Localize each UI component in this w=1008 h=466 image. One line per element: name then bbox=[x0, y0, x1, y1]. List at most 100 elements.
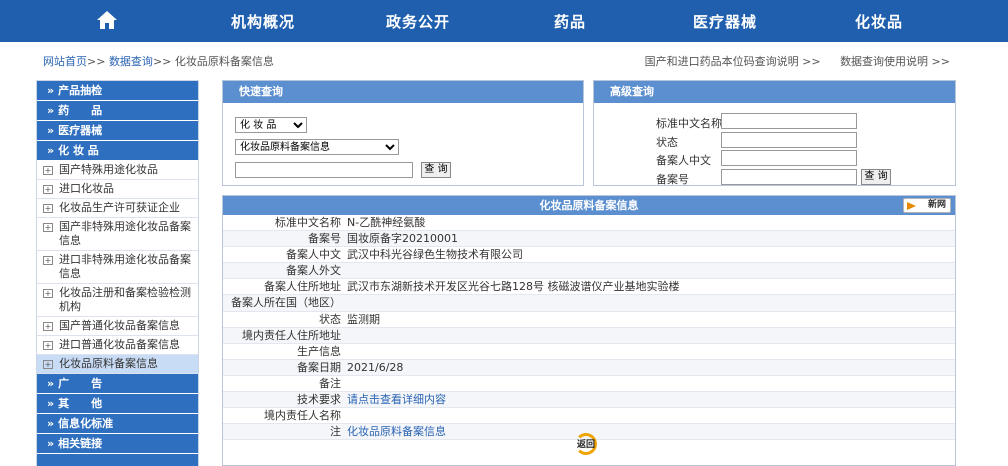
table-row: 标准中文名称 N-乙酰神经氨酸 bbox=[223, 215, 955, 232]
back-button[interactable]: 返回 bbox=[567, 433, 605, 455]
sidebar-item[interactable]: + 国产普通化妆品备案信息 bbox=[37, 317, 198, 336]
drug-code-help-link[interactable]: 国产和进口药品本位码查询说明 >> bbox=[645, 55, 821, 68]
sidebar-head-sampling[interactable]: » 产品抽检 bbox=[37, 81, 198, 101]
sidebar-head-drugs[interactable]: » 药 品 bbox=[37, 101, 198, 121]
field-label: 备案人外文 bbox=[286, 264, 341, 278]
table-row: 生产信息 bbox=[223, 344, 955, 360]
field-label: 备案人所在国（地区） bbox=[231, 296, 341, 310]
detail-panel: 化妆品原料备案信息 新网 标准中文名称 N-乙酰神经氨酸 备案号 国妆原备字20210… bbox=[222, 195, 956, 466]
field-label: 备案人中文 bbox=[286, 248, 341, 262]
sidebar-item[interactable]: + 进口普通化妆品备案信息 bbox=[37, 336, 198, 355]
nav-item-government[interactable]: 政务公开 bbox=[386, 11, 450, 32]
plus-box-icon: + bbox=[43, 289, 53, 298]
field-label: 标准中文名称 bbox=[275, 216, 341, 229]
sidebar-head-devices[interactable]: » 医疗器械 bbox=[37, 121, 198, 141]
nav-item-about[interactable]: 机构概况 bbox=[231, 11, 295, 32]
sidebar-item[interactable]: + 国产特殊用途化妆品 bbox=[37, 161, 198, 180]
nav-item-drugs[interactable]: 药品 bbox=[554, 11, 586, 32]
plus-box-icon: + bbox=[43, 204, 53, 213]
filer-input[interactable] bbox=[721, 150, 857, 166]
field-value bbox=[347, 328, 955, 343]
dataset-select[interactable]: 化妆品原料备案信息 bbox=[235, 139, 399, 155]
field-label: 注 bbox=[330, 425, 341, 439]
sidebar-head-ads[interactable]: » 广 告 bbox=[37, 374, 198, 394]
query-help-link[interactable]: 数据查询使用说明 >> bbox=[840, 55, 950, 68]
chevron-right-icon: » bbox=[47, 144, 55, 157]
sidebar-item[interactable]: + 化妆品注册和备案检验检测机构 bbox=[37, 284, 198, 317]
breadcrumb: 网站首页>> 数据查询>> 化妆品原料备案信息 bbox=[43, 53, 274, 69]
chevron-right-icon: » bbox=[47, 397, 55, 410]
field-value bbox=[347, 295, 955, 310]
quick-search-button[interactable]: 查 询 bbox=[421, 162, 451, 178]
field-link[interactable]: 化妆品原料备案信息 bbox=[347, 424, 955, 439]
arrow-right-icon bbox=[907, 202, 916, 210]
name-input[interactable] bbox=[721, 113, 857, 129]
advanced-search-button[interactable]: 查 询 bbox=[861, 169, 891, 185]
chevron-right-icon: » bbox=[47, 124, 55, 137]
field-value: 2021/6/28 bbox=[347, 360, 404, 374]
record-no-label: 备案号 bbox=[656, 173, 689, 186]
plus-box-icon: + bbox=[43, 223, 53, 232]
table-row: 备案号 国妆原备字20210001 bbox=[223, 231, 955, 248]
sidebar-item[interactable]: + 进口非特殊用途化妆品备案信息 bbox=[37, 251, 198, 284]
chevron-right-icon: » bbox=[47, 84, 55, 97]
field-link[interactable]: 请点击查看详细内容 bbox=[347, 392, 955, 407]
nav-item-cosmetics[interactable]: 化妆品 bbox=[855, 11, 903, 32]
filer-label: 备案人中文 bbox=[656, 154, 711, 167]
field-value: 监测期 bbox=[347, 312, 380, 326]
field-label: 境内责任人名称 bbox=[264, 409, 341, 423]
quick-search-title: 快速查询 bbox=[223, 81, 583, 103]
chevron-right-icon: » bbox=[47, 437, 55, 450]
quick-search-panel: 快速查询 化 妆 品 化妆品原料备案信息 查 询 bbox=[222, 80, 584, 186]
table-row: 状态 监测期 bbox=[223, 312, 955, 328]
category-select[interactable]: 化 妆 品 bbox=[235, 117, 307, 133]
nav-item-devices[interactable]: 医疗器械 bbox=[693, 11, 757, 32]
table-row: 备案人所在国（地区） bbox=[223, 295, 955, 312]
field-value: 武汉市东湖新技术开发区光谷七路128号 核磁波谱仪产业基地实验楼 bbox=[347, 280, 680, 294]
field-value: 国妆原备字20210001 bbox=[347, 232, 458, 246]
sidebar-footer bbox=[37, 454, 198, 466]
sidebar-head-links[interactable]: » 相关链接 bbox=[37, 434, 198, 454]
sidebar-head-other[interactable]: » 其 他 bbox=[37, 394, 198, 414]
breadcrumb-current: 化妆品原料备案信息 bbox=[174, 55, 274, 68]
chevron-right-icon: » bbox=[47, 104, 55, 117]
record-no-input[interactable] bbox=[721, 169, 857, 185]
field-value: N-乙酰神经氨酸 bbox=[347, 216, 426, 229]
table-row: 技术要求 请点击查看详细内容 bbox=[223, 392, 955, 409]
quick-search-input[interactable] bbox=[235, 162, 413, 178]
sidebar-head-standards[interactable]: » 信息化标准 bbox=[37, 414, 198, 434]
status-input[interactable] bbox=[721, 132, 857, 148]
advanced-search-panel: 高级查询 标准中文名称 状态 备案人中文 备案号 查 询 bbox=[593, 80, 956, 186]
home-icon[interactable] bbox=[96, 9, 118, 31]
breadcrumb-home[interactable]: 网站首页 bbox=[43, 55, 87, 68]
table-row: 备案人住所地址 武汉市东湖新技术开发区光谷七路128号 核磁波谱仪产业基地实验楼 bbox=[223, 279, 955, 296]
sidebar-item[interactable]: + 进口化妆品 bbox=[37, 180, 198, 199]
field-label: 备案日期 bbox=[297, 360, 341, 374]
sidebar-item-active[interactable]: + 化妆品原料备案信息 bbox=[37, 355, 198, 374]
plus-box-icon: + bbox=[43, 341, 53, 350]
field-label: 备案号 bbox=[308, 232, 341, 246]
plus-box-icon: + bbox=[43, 256, 53, 265]
sidebar-item[interactable]: + 国产非特殊用途化妆品备案信息 bbox=[37, 218, 198, 251]
field-label: 备注 bbox=[319, 376, 341, 390]
field-value bbox=[347, 408, 955, 423]
sidebar-item[interactable]: + 化妆品生产许可获证企业 bbox=[37, 199, 198, 218]
sidebar: » 产品抽检 » 药 品 » 医疗器械 » 化 妆 品 + 国产特殊用途化妆品 + 进口化妆… bbox=[36, 80, 199, 466]
plus-box-icon: + bbox=[43, 166, 53, 175]
detail-title: 化妆品原料备案信息 新网 bbox=[223, 196, 955, 215]
plus-box-icon: + bbox=[43, 360, 53, 369]
refresh-button[interactable]: 新网 bbox=[903, 198, 951, 213]
breadcrumb-bar: 网站首页>> 数据查询>> 化妆品原料备案信息 国产和进口药品本位码查询说明 >… bbox=[0, 42, 1008, 76]
breadcrumb-query[interactable]: 数据查询 bbox=[109, 55, 153, 68]
sidebar-head-cosmetics[interactable]: » 化 妆 品 bbox=[37, 141, 198, 161]
status-label: 状态 bbox=[656, 136, 678, 149]
table-row: 备注 bbox=[223, 376, 955, 393]
chevron-right-icon: » bbox=[47, 417, 55, 430]
plus-box-icon: + bbox=[43, 185, 53, 194]
advanced-search-title: 高级查询 bbox=[594, 81, 955, 103]
field-value bbox=[347, 376, 955, 391]
breadcrumb-sep: >> bbox=[152, 55, 172, 68]
field-value: 武汉中科光谷绿色生物技术有限公司 bbox=[347, 248, 523, 262]
top-nav: 机构概况 政务公开 药品 医疗器械 化妆品 bbox=[0, 0, 1008, 42]
table-row: 备案日期 2021/6/28 bbox=[223, 359, 955, 376]
